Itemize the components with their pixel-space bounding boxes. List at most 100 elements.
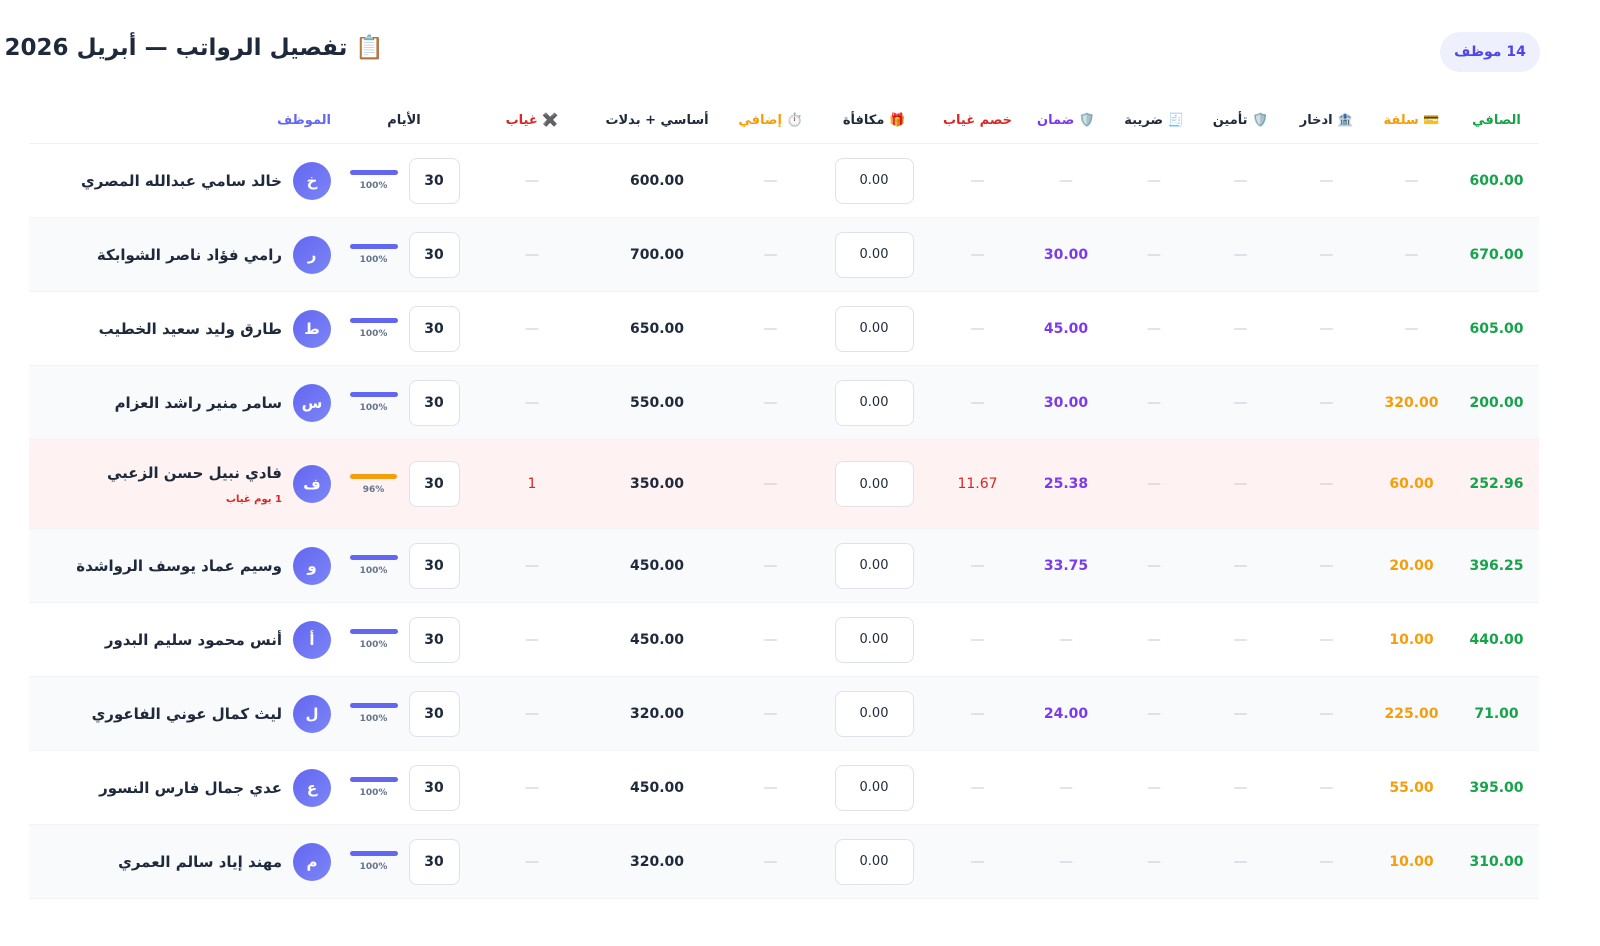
bonus-input[interactable]: 0.00 bbox=[834, 690, 914, 737]
attendance-percent-label: 100% bbox=[359, 181, 388, 191]
bonus-input[interactable]: 0.00 bbox=[834, 542, 914, 589]
base-salary-cell-value: 600.00 bbox=[629, 172, 685, 189]
attendance-percent-label: 96% bbox=[362, 484, 385, 495]
payroll-table: الموظف الأيام ✖️ غياب أساسي + بدلات ⏱️ إ… bbox=[29, 96, 1539, 899]
insurance-cell: — bbox=[1197, 440, 1284, 528]
bonus-input[interactable]: 0.00 bbox=[834, 305, 914, 352]
loan-cell: 225.00 bbox=[1369, 677, 1454, 750]
overtime-cell: — bbox=[727, 603, 814, 676]
bonus-cell: 0.00 bbox=[814, 751, 934, 824]
absence-note: 1 يوم غياب bbox=[225, 493, 282, 505]
days-input[interactable]: 30 bbox=[408, 461, 460, 507]
column-header-base[interactable]: أساسي + بدلات bbox=[587, 96, 727, 144]
days-cell: 30 100% bbox=[331, 218, 477, 291]
column-header-absence-deduction[interactable]: خصم غياب bbox=[934, 96, 1021, 144]
insurance-cell: — bbox=[1197, 366, 1284, 439]
guarantee-cell-value: — bbox=[1059, 631, 1073, 648]
tax-cell-value: — bbox=[1147, 779, 1161, 796]
bonus-input[interactable]: 0.00 bbox=[834, 379, 914, 426]
overtime-cell: — bbox=[727, 366, 814, 439]
loan-cell: — bbox=[1369, 144, 1454, 217]
savings-cell-value: — bbox=[1319, 557, 1334, 574]
days-cell: 30 100% bbox=[331, 292, 477, 365]
tax-cell-value: — bbox=[1147, 320, 1161, 337]
column-header-absence[interactable]: ✖️ غياب bbox=[477, 96, 587, 144]
bonus-input[interactable]: 0.00 bbox=[834, 838, 914, 885]
net-salary-cell-value: 600.00 bbox=[1469, 172, 1524, 189]
bonus-input[interactable]: 0.00 bbox=[834, 231, 914, 278]
tax-cell: — bbox=[1111, 603, 1197, 676]
table-row: خ خالد سامي عبدالله المصري 30 100% 0.00 — 600.… bbox=[29, 144, 1539, 218]
absence-deduction-cell: — bbox=[934, 292, 1021, 365]
bonus-input[interactable]: 0.00 bbox=[834, 157, 914, 204]
savings-cell-value: — bbox=[1319, 631, 1334, 648]
table-row: س سامر منير راشد العزام 30 100% 0.00 — 550.00 —… bbox=[29, 366, 1539, 440]
days-cell: 30 100% bbox=[331, 603, 477, 676]
absence-deduction-cell-value: — bbox=[970, 172, 985, 189]
column-header-loan[interactable]: 💳 سلفة bbox=[1369, 96, 1454, 144]
savings-cell: — bbox=[1284, 292, 1369, 365]
column-header-savings[interactable]: 🏦 ادخار bbox=[1284, 96, 1369, 144]
days-group: 30 100% bbox=[349, 838, 460, 885]
net-salary-cell: 600.00 bbox=[1454, 144, 1539, 217]
bonus-cell: 0.00 bbox=[814, 603, 934, 676]
loan-cell: — bbox=[1369, 218, 1454, 291]
days-cell: 30 100% bbox=[331, 144, 477, 217]
base-salary-cell-value: 650.00 bbox=[629, 320, 685, 337]
avatar: ر bbox=[293, 235, 331, 274]
days-input[interactable]: 30 bbox=[408, 305, 460, 352]
attendance-percent-label: 100% bbox=[359, 329, 388, 339]
page-header: 📋 تفصيل الرواتب — أبريل 2026 14 موظف bbox=[0, 0, 1600, 96]
employee-info: وسيم عماد يوسف الرواشدة bbox=[76, 557, 282, 575]
column-header-net[interactable]: الصافي bbox=[1454, 96, 1539, 144]
employee-info: رامي فؤاد ناصر الشوابكة bbox=[97, 246, 282, 264]
net-salary-cell-value: 252.96 bbox=[1469, 476, 1524, 492]
insurance-cell-value: — bbox=[1233, 246, 1248, 263]
days-input[interactable]: 30 bbox=[408, 764, 460, 811]
base-salary-cell: 350.00 bbox=[587, 440, 727, 528]
attendance-bar bbox=[349, 555, 398, 560]
column-header-insurance[interactable]: 🛡️ تأمين bbox=[1197, 96, 1284, 144]
employee-info: فادي نبيل حسن الزعبي 1 يوم غياب bbox=[107, 464, 282, 505]
column-header-guarantee[interactable]: 🛡️ ضمان bbox=[1021, 96, 1111, 144]
days-group: 30 100% bbox=[349, 690, 460, 737]
days-input[interactable]: 30 bbox=[408, 690, 460, 737]
net-salary-cell-value: 605.00 bbox=[1469, 320, 1524, 337]
absence-cell: — bbox=[477, 751, 587, 824]
column-header-tax[interactable]: 🧾 ضريبة bbox=[1111, 96, 1197, 144]
savings-cell: — bbox=[1284, 677, 1369, 750]
loan-cell: 55.00 bbox=[1369, 751, 1454, 824]
days-input[interactable]: 30 bbox=[408, 379, 460, 426]
attendance-percent: 100% bbox=[349, 703, 399, 724]
absence-cell: — bbox=[477, 292, 587, 365]
column-header-employee[interactable]: الموظف bbox=[29, 96, 331, 144]
column-header-overtime[interactable]: ⏱️ إضافي bbox=[727, 96, 814, 144]
column-header-savings-label: 🏦 ادخار bbox=[1299, 112, 1354, 128]
guarantee-cell: — bbox=[1021, 144, 1111, 217]
days-input[interactable]: 30 bbox=[408, 838, 460, 885]
loan-cell: 10.00 bbox=[1369, 603, 1454, 676]
loan-cell-value: 320.00 bbox=[1384, 394, 1439, 411]
bonus-input[interactable]: 0.00 bbox=[834, 616, 914, 663]
days-input[interactable]: 30 bbox=[408, 542, 460, 589]
overtime-cell: — bbox=[727, 144, 814, 217]
attendance-bar bbox=[349, 318, 398, 323]
employee-cell: و وسيم عماد يوسف الرواشدة bbox=[29, 529, 331, 602]
guarantee-cell: 45.00 bbox=[1021, 292, 1111, 365]
days-input[interactable]: 30 bbox=[408, 231, 460, 278]
overtime-cell-value: — bbox=[763, 320, 778, 337]
guarantee-cell: 30.00 bbox=[1021, 218, 1111, 291]
bonus-input[interactable]: 0.00 bbox=[834, 764, 914, 811]
tax-cell-value: — bbox=[1147, 631, 1161, 648]
days-input[interactable]: 30 bbox=[408, 616, 460, 663]
days-cell: 30 100% bbox=[331, 825, 477, 898]
column-header-days[interactable]: الأيام bbox=[331, 96, 477, 144]
bonus-input[interactable]: 0.00 bbox=[834, 461, 914, 507]
days-group: 30 96% bbox=[349, 461, 460, 507]
net-salary-cell-value: 670.00 bbox=[1469, 246, 1524, 263]
absence-cell-value: — bbox=[525, 320, 539, 337]
days-group: 30 100% bbox=[349, 157, 460, 204]
days-input[interactable]: 30 bbox=[408, 157, 460, 204]
base-salary-cell: 600.00 bbox=[587, 144, 727, 217]
column-header-bonus[interactable]: 🎁 مكافأة bbox=[814, 96, 934, 144]
